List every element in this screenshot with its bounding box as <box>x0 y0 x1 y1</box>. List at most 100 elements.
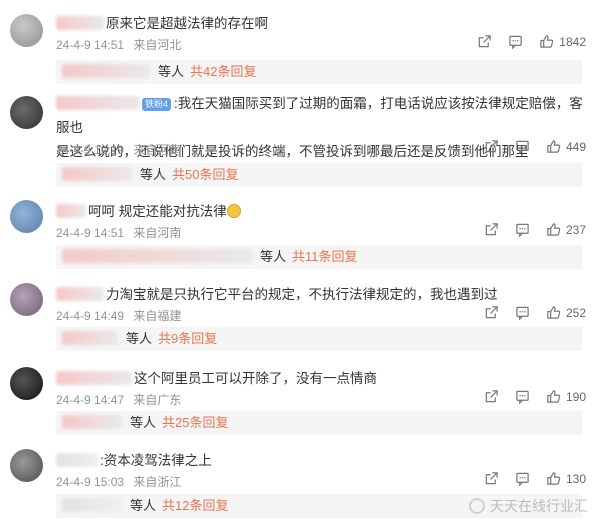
replier-redacted <box>62 415 122 429</box>
comment-date: 24-4-9 14:51 <box>56 38 125 52</box>
comment-line: 原来它是超越法律的存在啊 <box>56 12 268 32</box>
like-count: 1842 <box>559 34 586 49</box>
like-button[interactable]: 190 <box>546 389 586 404</box>
replier-redacted <box>62 167 132 181</box>
reply-total-link[interactable]: 共12条回复 <box>162 498 228 513</box>
share-icon <box>485 306 498 319</box>
comment-icon <box>516 306 529 320</box>
watermark-text: 天天在线行业汇 <box>490 498 588 514</box>
comment-location: 来自广东 <box>133 393 182 407</box>
username-redacted[interactable] <box>56 453 98 467</box>
comment-location: 来自河南 <box>133 226 182 240</box>
reply-who: 等人 <box>130 415 157 430</box>
comment-actions: 252 <box>468 305 586 320</box>
comment-meta: 24-4-9 14:51 来自河北 <box>56 36 187 53</box>
comment-text: 呵呵 规定还能对抗法律 <box>88 204 227 219</box>
username-redacted[interactable] <box>56 204 86 218</box>
share-icon <box>485 140 498 153</box>
like-button[interactable]: 252 <box>546 305 586 320</box>
username-redacted[interactable] <box>56 287 104 301</box>
username-redacted[interactable] <box>56 96 140 110</box>
share-button[interactable] <box>484 222 499 237</box>
comment-icon <box>509 35 523 49</box>
share-button[interactable] <box>484 471 499 486</box>
reply-who: 等人 <box>260 249 287 264</box>
like-icon <box>547 390 561 403</box>
comment-meta: 24-4-9 14:47 来自广东 <box>56 391 187 408</box>
reply-who: 等人 <box>126 331 153 346</box>
replier-redacted <box>62 64 150 78</box>
like-icon <box>547 140 561 153</box>
share-button[interactable] <box>484 305 499 320</box>
comment-date: 24-4-9 14:49 <box>56 309 125 323</box>
comment-location: 来自福建 <box>133 309 182 323</box>
reply-who: 等人 <box>140 167 167 182</box>
avatar[interactable] <box>10 200 43 233</box>
reply-total-link[interactable]: 共50条回复 <box>172 167 238 182</box>
like-count: 449 <box>565 139 586 154</box>
reply-who: 等人 <box>158 64 185 79</box>
comment-button[interactable] <box>515 222 530 237</box>
reply-summary[interactable]: 等人 共9条回复 <box>56 327 582 351</box>
like-button[interactable]: 237 <box>546 222 586 237</box>
username-redacted[interactable] <box>56 371 132 385</box>
comment-text: 力淘宝就是只执行它平台的规定，不执行法律规定的，我也遇到过 <box>106 287 498 302</box>
reply-who: 等人 <box>130 498 157 513</box>
like-count: 130 <box>565 471 586 486</box>
comment-actions: 237 <box>468 222 586 237</box>
like-icon <box>547 472 561 485</box>
comment-text: :资本凌驾法律之上 <box>100 453 212 468</box>
replier-redacted <box>62 331 118 345</box>
like-count: 237 <box>565 222 586 237</box>
comment-text: 原来它是超越法律的存在啊 <box>106 16 268 31</box>
like-button[interactable]: 449 <box>546 139 586 154</box>
comment-line: 力淘宝就是只执行它平台的规定，不执行法律规定的，我也遇到过 <box>56 283 498 303</box>
comment-button[interactable] <box>515 471 530 486</box>
comment-icon <box>516 223 529 237</box>
comment-button[interactable] <box>515 305 530 320</box>
replier-redacted <box>62 498 122 512</box>
share-icon <box>485 472 498 485</box>
username-redacted[interactable] <box>56 16 104 30</box>
like-icon <box>540 35 554 48</box>
share-button[interactable] <box>484 139 499 154</box>
reply-total-link[interactable]: 共25条回复 <box>162 415 228 430</box>
comment-button[interactable] <box>515 139 530 154</box>
reply-total-link[interactable]: 共11条回复 <box>292 249 358 264</box>
avatar[interactable] <box>10 96 43 129</box>
comment-line: 这个阿里员工可以开除了，没有一点情商 <box>56 367 377 387</box>
like-button[interactable]: 1842 <box>539 34 586 49</box>
reply-total-link[interactable]: 共9条回复 <box>158 331 217 346</box>
share-button[interactable] <box>477 34 492 49</box>
reply-summary[interactable]: 等人 共25条回复 <box>56 411 582 435</box>
comment-button[interactable] <box>508 34 523 49</box>
comment-meta: 24-4-9 14:49 来自福建 <box>56 307 187 324</box>
comment-actions: 130 <box>468 471 586 486</box>
like-button[interactable]: 130 <box>546 471 586 486</box>
like-count: 190 <box>565 389 586 404</box>
avatar[interactable] <box>10 367 43 400</box>
comment-line: :资本凌驾法律之上 <box>56 449 212 469</box>
comment-line: 呵呵 规定还能对抗法律 <box>56 200 241 220</box>
reply-summary[interactable]: 等人 共11条回复 <box>56 245 582 269</box>
comment-date: 24-4-9 14:47 <box>56 393 125 407</box>
reply-total-link[interactable]: 共42条回复 <box>190 64 256 79</box>
comment-button[interactable] <box>515 389 530 404</box>
reply-summary[interactable]: 等人 共50条回复 <box>56 163 582 187</box>
watermark: 天天在线行业汇 <box>469 496 588 516</box>
avatar[interactable] <box>10 283 43 316</box>
comment-location: 来自浙江 <box>133 475 182 489</box>
avatar[interactable] <box>10 14 43 47</box>
share-button[interactable] <box>484 389 499 404</box>
share-icon <box>485 223 498 236</box>
comment-meta: 24-4-9 15:03 来自浙江 <box>56 473 187 490</box>
comment-meta: 24-4-9 12:19 来自河南 <box>56 141 187 158</box>
emoji-icon <box>226 204 241 218</box>
reply-summary[interactable]: 等人 共42条回复 <box>56 60 582 84</box>
comment-location: 来自河北 <box>133 38 182 52</box>
avatar[interactable] <box>10 449 43 482</box>
like-icon <box>547 306 561 319</box>
like-count: 252 <box>565 305 586 320</box>
comment-actions: 190 <box>468 389 586 404</box>
comment-location: 来自河南 <box>133 143 182 157</box>
